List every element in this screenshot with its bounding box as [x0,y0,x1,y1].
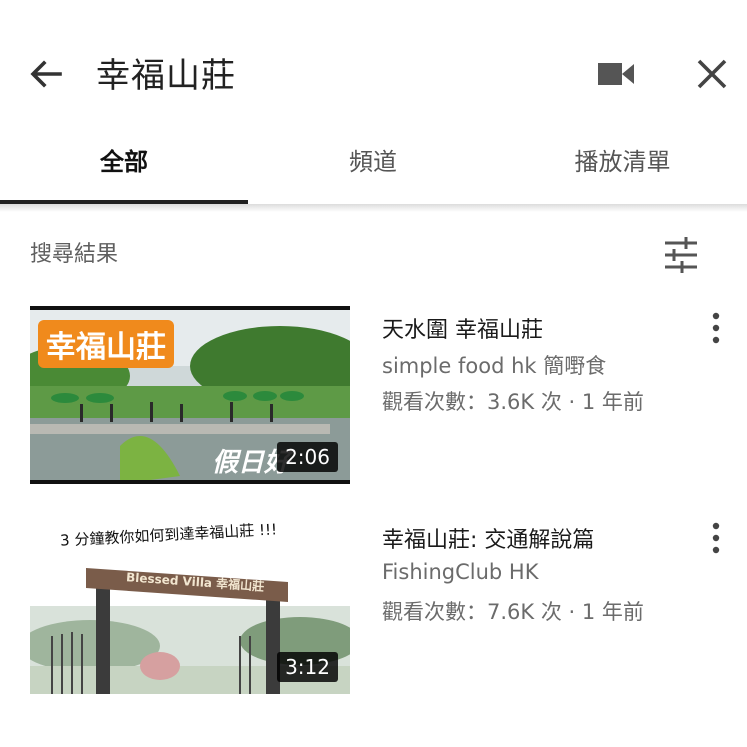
tab-playlists[interactable]: 播放清單 [498,120,747,206]
video-title[interactable]: 天水圍 幸福山莊 [382,312,543,344]
thumbnail-caption-top: 幸福山莊 [38,320,174,368]
search-header: 幸福山莊 [0,0,747,140]
video-camera-icon[interactable] [594,55,638,93]
results-heading: 搜尋結果 [30,242,119,267]
close-icon[interactable] [690,52,734,96]
filter-sliders-icon[interactable] [660,234,702,276]
tab-all[interactable]: 全部 [0,120,248,206]
video-duration: 3:12 [277,652,338,682]
video-channel[interactable]: FishingClub HK [382,560,539,584]
tabs-divider [0,204,747,212]
video-result[interactable]: 3 分鐘教你如何到達幸福山莊 !!! Blessed Villa 幸福山莊 3:… [0,516,747,702]
video-thumbnail[interactable]: 幸福山莊 假日好 2:06 [30,306,350,484]
more-vertical-icon[interactable] [702,518,730,558]
back-arrow-icon[interactable] [24,52,68,96]
video-duration: 2:06 [277,442,338,472]
search-query[interactable]: 幸福山莊 [96,48,236,97]
video-result[interactable]: 幸福山莊 假日好 2:06 天水圍 幸福山莊 simple food hk 簡嘢… [0,306,747,492]
video-meta: 觀看次數：3.6K 次 · 1 年前 [382,390,644,414]
video-meta: 觀看次數：7.6K 次 · 1 年前 [382,600,644,624]
tab-channels[interactable]: 頻道 [248,120,498,206]
more-vertical-icon[interactable] [702,308,730,348]
video-thumbnail[interactable]: 3 分鐘教你如何到達幸福山莊 !!! Blessed Villa 幸福山莊 3:… [30,516,350,694]
tab-bar: 全部 頻道 播放清單 [0,120,747,206]
video-channel[interactable]: simple food hk 簡嘢食 [382,350,606,380]
video-title[interactable]: 幸福山莊: 交通解說篇 [382,522,594,554]
